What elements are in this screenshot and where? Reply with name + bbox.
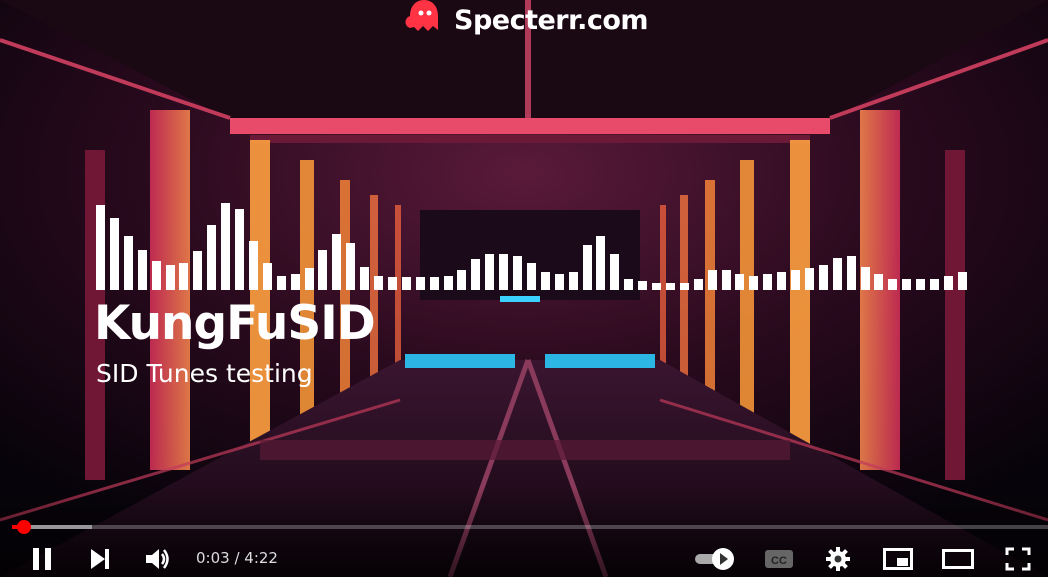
visualizer-bar xyxy=(499,254,509,290)
track-subtitle: SID Tunes testing xyxy=(96,359,313,388)
visualizer-bar xyxy=(721,270,731,290)
visualizer-bar xyxy=(457,270,467,290)
volume-icon xyxy=(145,547,171,571)
visualizer-bar xyxy=(429,277,439,290)
visualizer-bar xyxy=(221,202,231,290)
visualizer-bar xyxy=(248,240,258,290)
visualizer-bar xyxy=(943,275,953,290)
time-current: 0:03 xyxy=(196,549,230,567)
ghost-logo-icon xyxy=(400,0,446,43)
visualizer-bar xyxy=(707,270,717,290)
volume-button[interactable] xyxy=(138,540,178,577)
visualizer-bar xyxy=(276,275,286,290)
pause-button[interactable] xyxy=(22,540,62,577)
visualizer-bar xyxy=(832,257,842,290)
visualizer-bar xyxy=(916,279,926,290)
autoplay-toggle-icon xyxy=(693,547,737,571)
settings-button[interactable] xyxy=(818,540,858,577)
visualizer-bar xyxy=(652,282,661,290)
visualizer-bar xyxy=(818,264,828,290)
visualizer-bar xyxy=(624,279,634,290)
captions-button[interactable]: CC xyxy=(757,540,801,577)
captions-icon: CC xyxy=(764,548,794,570)
visualizer-bar xyxy=(804,268,814,290)
player-controls: 0:03 / 4:22 CC xyxy=(0,540,1048,577)
visualizer-bar xyxy=(109,218,119,290)
visualizer-bar xyxy=(207,225,217,290)
fullscreen-button[interactable] xyxy=(998,540,1038,577)
visualizer-bar xyxy=(193,251,203,290)
time-total: 4:22 xyxy=(244,549,278,567)
time-display: 0:03 / 4:22 xyxy=(196,549,278,567)
visualizer-bar xyxy=(165,264,175,290)
visualizer-bar xyxy=(846,255,856,290)
visualizer-bar xyxy=(513,255,522,290)
visualizer-bar xyxy=(526,263,536,290)
visualizer-bar xyxy=(401,277,411,290)
visualizer-bar xyxy=(554,273,564,290)
visualizer-bar xyxy=(874,273,884,290)
visualizer-bar xyxy=(791,270,800,290)
visualizer-bar xyxy=(860,266,870,290)
visualizer-bar xyxy=(610,254,620,290)
visualizer-bar xyxy=(902,279,912,290)
visualizer-bar xyxy=(96,204,105,290)
visualizer-bar xyxy=(582,245,592,290)
theater-mode-icon xyxy=(942,548,974,569)
visualizer-bar xyxy=(443,275,453,290)
gear-icon xyxy=(825,546,851,572)
autoplay-toggle[interactable] xyxy=(690,540,740,577)
visualizer-bar xyxy=(360,266,370,290)
theater-mode-button[interactable] xyxy=(938,540,978,577)
pause-icon xyxy=(31,547,53,571)
visualizer-bar xyxy=(568,272,578,290)
visualizer-bar xyxy=(387,277,397,290)
visualizer-bar xyxy=(735,273,745,290)
visualizer-bar xyxy=(930,279,939,290)
visualizer-bar xyxy=(235,209,244,290)
visualizer-bar xyxy=(485,254,495,290)
visualizer-bar xyxy=(596,236,606,290)
visualizer-bar xyxy=(679,282,689,290)
visualizer-bar xyxy=(262,263,272,290)
visualizer-bar xyxy=(749,275,759,290)
visualizer-bar xyxy=(290,273,300,290)
miniplayer-button[interactable] xyxy=(878,540,918,577)
svg-text:CC: CC xyxy=(771,555,787,567)
next-icon xyxy=(89,548,111,570)
visualizer-bar xyxy=(763,273,773,290)
visualizer-bar xyxy=(665,282,675,290)
visualizer-bar xyxy=(540,272,550,290)
visualizer-bar xyxy=(304,268,314,290)
visualizer-bar xyxy=(888,279,898,290)
visualizer-bar xyxy=(137,250,147,290)
visualizer-bar xyxy=(693,279,703,290)
fullscreen-icon xyxy=(1005,547,1031,571)
visualizer-bar xyxy=(471,259,481,290)
miniplayer-icon xyxy=(883,547,913,570)
audio-visualizer xyxy=(96,200,968,290)
brand-name: Specterr.com xyxy=(454,4,649,36)
brand-watermark: Specterr.com xyxy=(400,0,649,43)
visualizer-bar xyxy=(318,250,328,290)
visualizer-bar xyxy=(346,243,356,290)
visualizer-bar xyxy=(332,234,342,290)
visualizer-bar xyxy=(777,272,787,290)
visualizer-bar xyxy=(123,236,133,290)
visualizer-bar xyxy=(957,272,967,290)
visualizer-bar xyxy=(415,277,425,290)
next-button[interactable] xyxy=(80,540,120,577)
visualizer-bar xyxy=(374,275,383,290)
visualizer-bar xyxy=(151,261,161,290)
visualizer-bar xyxy=(638,281,648,290)
visualizer-bar xyxy=(179,263,189,290)
track-title: KungFuSID xyxy=(94,296,376,351)
time-separator: / xyxy=(229,549,245,567)
progress-bar[interactable] xyxy=(12,520,1048,534)
video-player[interactable]: Specterr.com KungFuSID SID Tunes testing xyxy=(0,0,1048,577)
